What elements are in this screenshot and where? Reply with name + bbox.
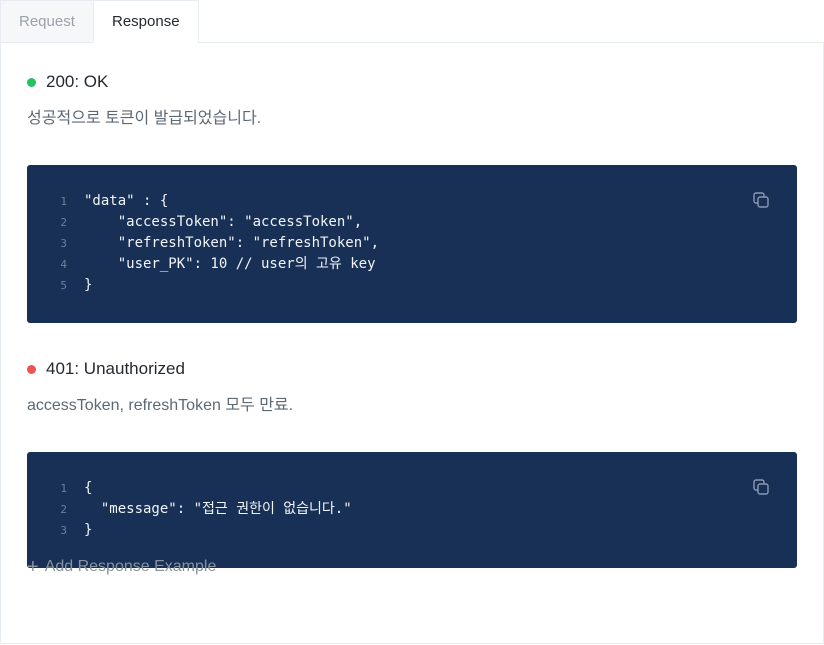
add-response-example-label: Add Response Example: [44, 558, 217, 575]
code-line: 3}: [27, 520, 92, 541]
line-number: 2: [60, 503, 67, 516]
tab-bar: Request Response: [0, 0, 824, 43]
status-label-401: 401: Unauthorized: [46, 359, 185, 378]
copy-icon[interactable]: [752, 478, 770, 496]
line-number: 3: [60, 524, 67, 537]
add-response-example-button[interactable]: + Add Response Example: [27, 556, 217, 578]
code-block-401: 1{ 2 "message": "접근 권한이 없습니다." 3}: [27, 452, 797, 568]
code-text: "refreshToken": "refreshToken",: [84, 235, 380, 251]
line-number: 5: [60, 279, 67, 292]
tab-response[interactable]: Response: [93, 0, 199, 43]
response-401: 401: Unauthorized accessToken, refreshTo…: [27, 359, 293, 415]
line-number: 3: [60, 237, 67, 250]
code-text: "data" : {: [84, 193, 169, 209]
status-label-200: 200: OK: [46, 72, 109, 91]
status-header-200: 200: OK: [27, 72, 261, 92]
code-line: 2 "accessToken": "accessToken",: [27, 212, 362, 233]
code-line: 1 "data" : {: [27, 191, 168, 212]
response-description-200: 성공적으로 토큰이 발급되었습니다.: [27, 110, 262, 127]
status-dot-error: [27, 364, 36, 374]
tab-bar-spacer: [199, 0, 824, 43]
code-line: 3 "refreshToken": "refreshToken",: [27, 233, 379, 254]
code-text: "accessToken": "accessToken",: [84, 214, 363, 230]
code-text: {: [84, 480, 93, 496]
code-line: 2 "message": "접근 권한이 없습니다.": [27, 499, 352, 520]
line-number: 2: [60, 216, 67, 229]
response-200: 200: OK 성공적으로 토큰이 발급되었습니다.: [27, 72, 261, 128]
code-text: "message": "접근 권한이 없습니다.": [84, 501, 352, 517]
plus-icon: +: [27, 556, 39, 578]
code-block-200: 1 "data" : { 2 "accessToken": "accessToke…: [27, 165, 797, 323]
code-line: 1{: [27, 478, 92, 499]
code-text: }: [84, 522, 93, 538]
line-number: 1: [60, 482, 67, 495]
code-text: "user_PK": 10 // user의 고유 key: [84, 256, 376, 272]
code-text: }: [84, 277, 93, 293]
code-line: 4 "user_PK": 10 // user의 고유 key: [27, 254, 376, 275]
response-description-401: accessToken, refreshToken 모두 만료.: [27, 397, 294, 414]
code-line: 5}: [27, 275, 92, 296]
status-header-401: 401: Unauthorized: [27, 359, 293, 379]
line-number: 1: [60, 195, 67, 208]
tab-request[interactable]: Request: [0, 0, 93, 43]
copy-icon[interactable]: [752, 191, 770, 209]
status-dot-ok: [27, 77, 36, 87]
line-number: 4: [60, 258, 67, 271]
